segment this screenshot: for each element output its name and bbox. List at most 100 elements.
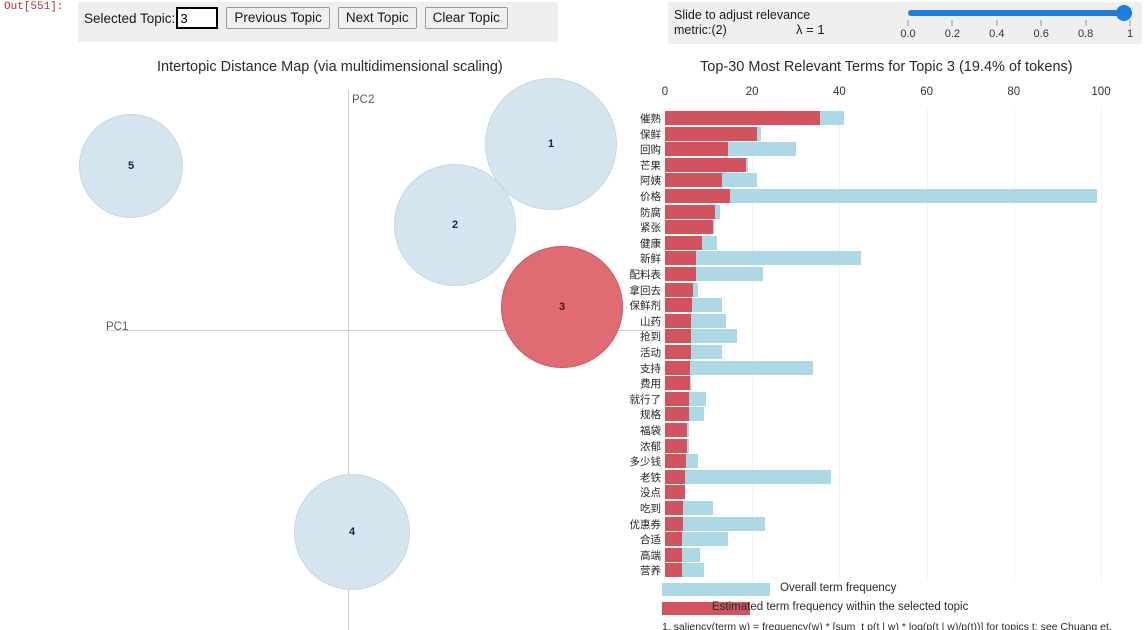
term-label[interactable]: 营养 bbox=[640, 563, 661, 578]
previous-topic-button[interactable]: Previous Topic bbox=[226, 7, 330, 29]
bar-row[interactable]: 就行了 bbox=[620, 391, 1144, 407]
term-label[interactable]: 老铁 bbox=[640, 470, 661, 485]
topic-bubble-4[interactable]: 4 bbox=[294, 474, 410, 590]
topic-frequency-bar bbox=[665, 126, 757, 141]
bar-row[interactable]: 新鲜 bbox=[620, 250, 1144, 266]
term-label[interactable]: 没点 bbox=[640, 485, 661, 500]
bar-row[interactable]: 福袋 bbox=[620, 422, 1144, 438]
overall-frequency-bar bbox=[665, 469, 831, 484]
bar-row[interactable]: 合适 bbox=[620, 531, 1144, 547]
term-label[interactable]: 浓郁 bbox=[640, 439, 661, 454]
topic-frequency-bar bbox=[665, 298, 693, 313]
term-label[interactable]: 保鲜剂 bbox=[630, 298, 662, 313]
bar-row[interactable]: 紧张 bbox=[620, 219, 1144, 235]
bar-row[interactable]: 防腐 bbox=[620, 204, 1144, 220]
topic-frequency-bar bbox=[665, 516, 684, 531]
relevance-slider-handle[interactable] bbox=[1116, 5, 1132, 21]
relevance-slider-track[interactable] bbox=[908, 10, 1126, 16]
bar-row[interactable]: 支持 bbox=[620, 360, 1144, 376]
bar-row[interactable]: 健康 bbox=[620, 235, 1144, 251]
slider-tick-mark bbox=[1129, 20, 1131, 26]
term-label[interactable]: 规格 bbox=[640, 407, 661, 422]
term-label[interactable]: 价格 bbox=[640, 189, 661, 204]
bar-row[interactable]: 抢到 bbox=[620, 328, 1144, 344]
term-label[interactable]: 拿回去 bbox=[630, 283, 662, 298]
bar-row[interactable]: 老铁 bbox=[620, 469, 1144, 485]
term-label[interactable]: 支持 bbox=[640, 361, 661, 376]
pyldavis-visualization: Out[551]: Selected Topic: Previous Topic… bbox=[0, 0, 1144, 630]
topic-frequency-bar bbox=[665, 235, 703, 250]
topic-bubble-label: 1 bbox=[547, 138, 555, 150]
topic-frequency-bar bbox=[665, 173, 722, 188]
term-label[interactable]: 活动 bbox=[640, 345, 661, 360]
topic-frequency-bar bbox=[665, 532, 683, 547]
slider-tick-label: 1 bbox=[1126, 28, 1134, 40]
term-label[interactable]: 新鲜 bbox=[640, 251, 661, 266]
term-label[interactable]: 健康 bbox=[640, 236, 661, 251]
term-label[interactable]: 配料表 bbox=[630, 267, 662, 282]
slider-tick-label: 0.8 bbox=[1077, 28, 1094, 40]
bar-row[interactable]: 规格 bbox=[620, 406, 1144, 422]
slider-tick-label: 0.2 bbox=[944, 28, 961, 40]
bar-row[interactable]: 营养 bbox=[620, 562, 1144, 578]
bar-row[interactable]: 保鲜剂 bbox=[620, 297, 1144, 313]
topic-bubble-5[interactable]: 5 bbox=[79, 114, 183, 218]
term-label[interactable]: 催熟 bbox=[640, 111, 661, 126]
topic-bubble-3[interactable]: 3 bbox=[501, 246, 623, 368]
term-label[interactable]: 保鲜 bbox=[640, 127, 661, 142]
term-label[interactable]: 阿姨 bbox=[640, 173, 661, 188]
clear-topic-button[interactable]: Clear Topic bbox=[424, 7, 508, 29]
term-label[interactable]: 抢到 bbox=[640, 329, 661, 344]
topic-frequency-bar bbox=[665, 329, 692, 344]
term-label[interactable]: 芒果 bbox=[640, 158, 661, 173]
bar-row[interactable]: 吃到 bbox=[620, 500, 1144, 516]
topic-frequency-bar bbox=[665, 391, 689, 406]
slider-instruction: Slide to adjust relevance metric:(2) bbox=[674, 8, 810, 38]
x-axis-tick-label: 80 bbox=[1007, 86, 1021, 98]
term-label[interactable]: 防腐 bbox=[640, 205, 661, 220]
bar-row[interactable]: 活动 bbox=[620, 344, 1144, 360]
selected-topic-label: Selected Topic: bbox=[84, 10, 176, 26]
bar-row[interactable]: 优惠券 bbox=[620, 516, 1144, 532]
term-label[interactable]: 费用 bbox=[640, 376, 661, 391]
bar-row[interactable]: 拿回去 bbox=[620, 282, 1144, 298]
x-axis-tick-label: 40 bbox=[832, 86, 846, 98]
bar-row[interactable]: 阿姨 bbox=[620, 172, 1144, 188]
term-label[interactable]: 回购 bbox=[640, 142, 661, 157]
topic-frequency-bar bbox=[665, 111, 820, 125]
next-topic-button[interactable]: Next Topic bbox=[337, 7, 417, 29]
bar-row[interactable]: 费用 bbox=[620, 375, 1144, 391]
bar-row[interactable]: 价格 bbox=[620, 188, 1144, 204]
intertopic-distance-map: PC2 PC1 12345 Marginal topic distributio… bbox=[60, 78, 660, 630]
legend-label-topic: Estimated term frequency within the sele… bbox=[712, 601, 969, 613]
bar-row[interactable]: 没点 bbox=[620, 484, 1144, 500]
bar-row[interactable]: 催熟 bbox=[620, 110, 1144, 126]
term-label[interactable]: 合适 bbox=[640, 532, 661, 547]
bar-row[interactable]: 芒果 bbox=[620, 157, 1144, 173]
bar-row[interactable]: 多少钱 bbox=[620, 453, 1144, 469]
term-label[interactable]: 多少钱 bbox=[630, 454, 662, 469]
pc2-axis-label: PC2 bbox=[352, 94, 375, 106]
bar-row[interactable]: 高端 bbox=[620, 547, 1144, 563]
slider-tick-mark bbox=[907, 20, 909, 26]
bar-row[interactable]: 浓郁 bbox=[620, 438, 1144, 454]
legend-swatch-overall bbox=[662, 583, 770, 596]
term-label[interactable]: 山药 bbox=[640, 314, 661, 329]
bar-row[interactable]: 山药 bbox=[620, 313, 1144, 329]
term-label[interactable]: 紧张 bbox=[640, 220, 661, 235]
selected-topic-input[interactable] bbox=[176, 7, 219, 29]
term-label[interactable]: 就行了 bbox=[630, 392, 662, 407]
topic-frequency-bar bbox=[665, 469, 685, 484]
term-label[interactable]: 优惠券 bbox=[630, 517, 662, 532]
bar-row[interactable]: 保鲜 bbox=[620, 126, 1144, 142]
term-label[interactable]: 福袋 bbox=[640, 423, 661, 438]
slider-tick-labels: 0.0 0.2 0.4 0.6 0.8 1 bbox=[900, 20, 1134, 40]
topic-frequency-bar bbox=[665, 485, 685, 500]
bar-row[interactable]: 配料表 bbox=[620, 266, 1144, 282]
term-label[interactable]: 吃到 bbox=[640, 501, 661, 516]
topic-bubble-2[interactable]: 2 bbox=[394, 164, 516, 286]
x-axis-tick-label: 20 bbox=[745, 86, 759, 98]
bar-row[interactable]: 回购 bbox=[620, 141, 1144, 157]
topic-frequency-bar bbox=[665, 454, 686, 469]
term-label[interactable]: 高端 bbox=[640, 548, 661, 563]
